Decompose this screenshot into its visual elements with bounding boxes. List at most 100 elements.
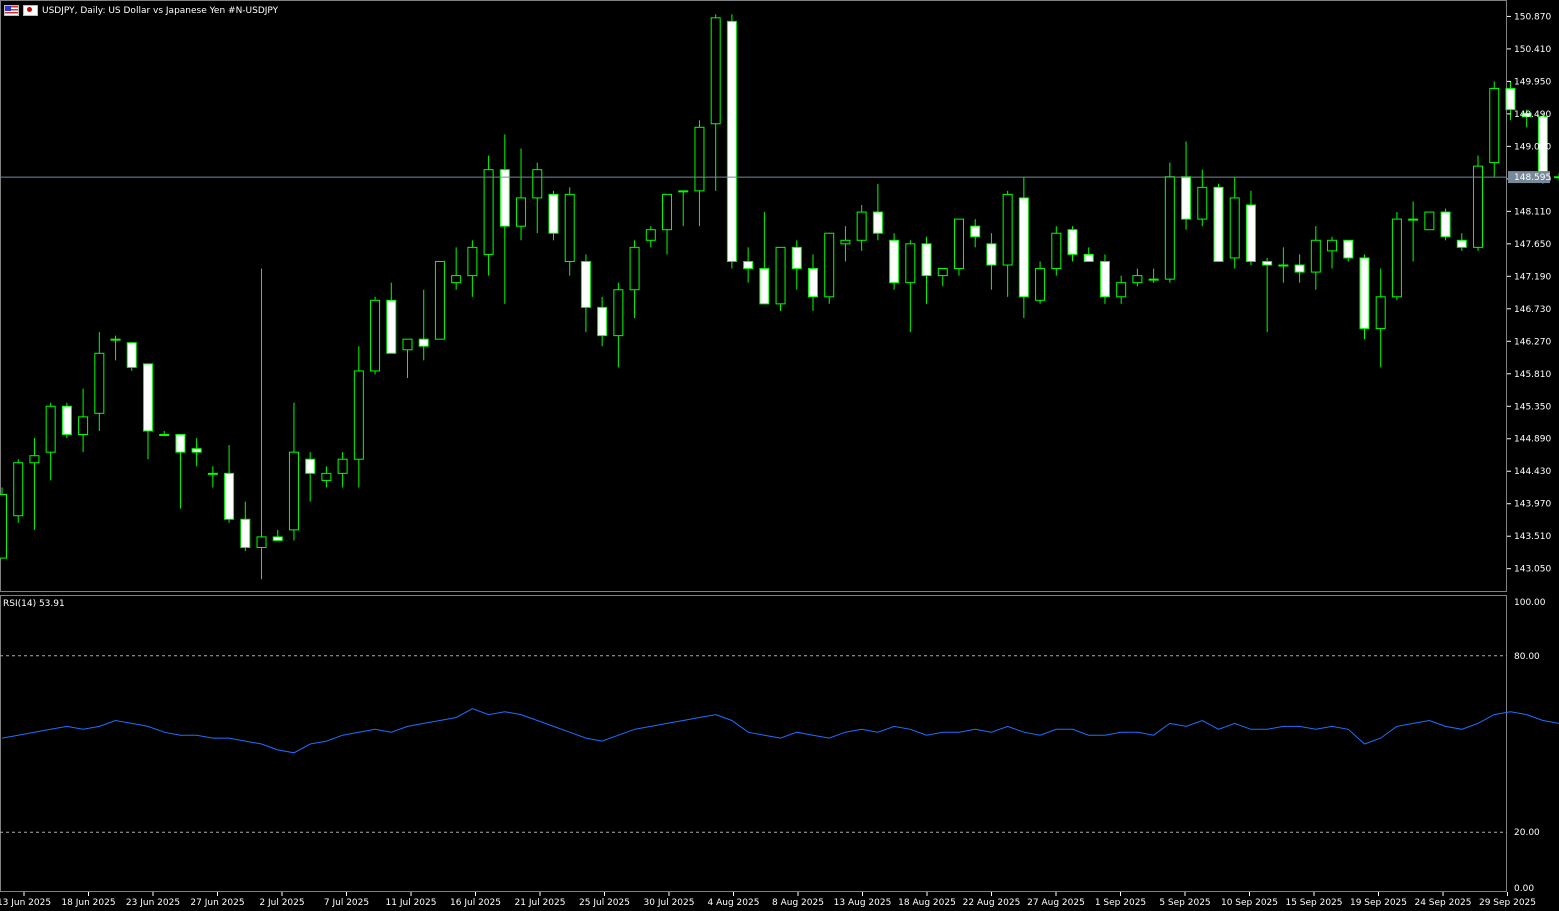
candle-body [694,126,705,192]
candle-body [1245,204,1256,262]
rsi-label: RSI(14) 53.91 [3,599,65,609]
candle-body [78,416,89,436]
candle-body [1408,218,1419,221]
rsi-tick-label: 80.00 [1514,652,1540,662]
candle-body [856,211,867,241]
candle-body [808,268,818,298]
candle-body [1375,296,1386,330]
candle-body [370,299,381,372]
candle-body [207,472,218,475]
candle-body [629,246,640,291]
candle-body [759,268,770,305]
price-tick-label: 149.030 [1514,142,1551,152]
candle-body [937,268,948,277]
time-tick-label: 27 Aug 2025 [1027,898,1085,908]
time-tick-label: 4 Aug 2025 [708,898,760,908]
candle-body [1473,165,1484,248]
price-tick-label: 145.350 [1514,402,1551,412]
time-tick-label: 22 Aug 2025 [963,898,1021,908]
candle-body [305,458,316,474]
candle-body [1083,253,1094,262]
candle-body [451,275,462,284]
candle-body [889,239,900,284]
candle-body [337,458,348,474]
candle-body [483,169,494,255]
candle-body [710,17,721,125]
chart-frame [0,0,1507,892]
candle-body [1051,232,1062,270]
price-tick-label: 149.490 [1514,110,1551,120]
rsi-line [1,708,1559,754]
candle-body [1132,275,1143,284]
price-tick-label: 149.950 [1514,77,1551,87]
time-tick-label: 27 Jun 2025 [190,898,244,908]
candles-group [0,14,1559,580]
candle-body [353,370,364,460]
time-tick-label: 25 Jul 2025 [579,898,630,908]
candle-body [1035,268,1046,301]
candle-body [288,451,299,531]
time-tick-label: 1 Sep 2025 [1095,898,1146,908]
candle-body [662,193,673,231]
candle-body [1310,239,1321,273]
current-price-label: 148.595 [1514,173,1551,183]
candle-body [580,260,591,308]
candle-body [1116,282,1127,298]
candle-body [645,229,656,241]
candle-body [1343,239,1354,259]
candle-body [1278,264,1289,267]
candle-body [1440,211,1451,238]
candle-body [94,352,105,414]
candle-body [1148,278,1159,281]
price-tick-label: 147.650 [1514,240,1551,250]
candle-body [126,342,137,368]
candle-body [678,190,689,193]
candle-body [1002,193,1013,266]
price-tick-label: 145.810 [1514,370,1551,380]
price-tick-label: 144.430 [1514,467,1551,477]
time-tick-label: 29 Sep 2025 [1479,898,1536,908]
time-tick-label: 13 Aug 2025 [834,898,892,908]
candle-body [564,193,575,262]
candle-body [402,338,413,351]
candle-body [1164,176,1175,280]
time-tick-label: 21 Jul 2025 [515,898,566,908]
candle-body [386,299,397,354]
candle-body [953,218,964,270]
candle-body [775,246,786,305]
candle-body [0,494,7,559]
price-tick-label: 150.410 [1514,45,1551,55]
candle-body [824,232,835,298]
time-tick-label: 10 Sep 2025 [1221,898,1278,908]
time-tick-label: 18 Aug 2025 [898,898,956,908]
price-tick-label: 143.970 [1514,500,1551,510]
candle-body [726,20,737,262]
candle-body [1554,176,1559,179]
price-tick-label: 143.050 [1514,565,1551,575]
candle-body [45,405,56,453]
candle-body [256,536,267,549]
candle-body [29,455,40,464]
time-axis: 13 Jun 2025 18 Jun 2025 23 Jun 2025 27 Jun … [0,892,1536,908]
time-tick-label: 18 Jun 2025 [61,898,115,908]
candle-body [13,462,24,517]
us-flag-icon [4,5,19,16]
candle-body [159,434,170,437]
candle-body [1456,239,1467,248]
price-tick-label: 146.270 [1514,337,1551,347]
chart-header: USDJPY, Daily: US Dollar vs Japanese Yen… [4,5,278,16]
candle-body [142,363,153,432]
candle-body [516,197,527,227]
rsi-panel: 100.00 80.00 20.00 0.00 [0,598,1559,894]
jp-flag-icon [23,5,38,16]
candle-body [1067,229,1078,255]
candle-body [1229,197,1240,259]
candle-body [1213,186,1224,262]
candle-body [1018,197,1029,298]
candle-body [613,289,624,337]
candle-body [1424,211,1435,231]
candle-body [1489,87,1500,164]
time-tick-label: 2 Jul 2025 [259,898,304,908]
time-tick-label: 15 Sep 2025 [1285,898,1342,908]
candle-body [905,243,916,284]
